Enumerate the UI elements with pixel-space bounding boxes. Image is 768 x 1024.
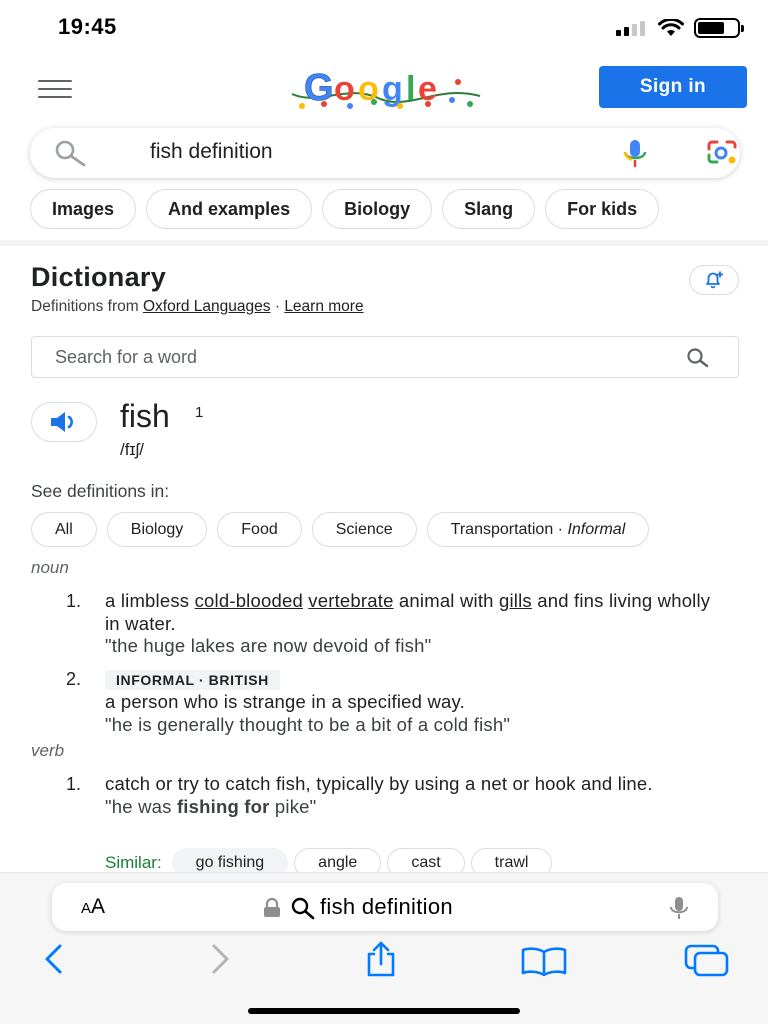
chip-for-kids[interactable]: For kids	[545, 189, 660, 229]
see-definitions-label: See definitions in:	[31, 481, 170, 501]
source-separator: ·	[270, 298, 285, 315]
add-alert-button[interactable]	[689, 265, 739, 295]
share-icon[interactable]	[362, 940, 400, 978]
verb-example-post: pike"	[269, 795, 317, 817]
svg-text:g: g	[382, 70, 403, 108]
verb-sense-1-number: 1.	[66, 774, 82, 794]
search-query[interactable]: fish definition	[150, 140, 273, 164]
status-bar: 19:45	[0, 0, 768, 56]
part-of-speech-noun: noun	[31, 558, 69, 577]
noun-sense-1-text-a: a limbless	[105, 590, 195, 611]
noun-sense-2-text: a person who is strange in a specified w…	[105, 691, 465, 712]
source-prefix: Definitions from	[31, 298, 143, 315]
forward-chevron-icon[interactable]	[206, 942, 234, 976]
noun-sense-2: INFORMAL · BRITISH a person who is stran…	[105, 668, 725, 736]
noun-sense-1-number: 1.	[66, 591, 82, 611]
noun-sense-1-example: "the huge lakes are now devoid of fish"	[105, 635, 432, 656]
link-gills[interactable]: gills	[499, 590, 532, 611]
svg-text:l: l	[406, 70, 415, 108]
voice-search-mic-icon[interactable]	[620, 138, 650, 170]
register-label: INFORMAL · BRITISH	[105, 670, 280, 690]
google-lens-icon[interactable]	[705, 139, 739, 167]
status-time: 19:45	[58, 14, 117, 39]
speaker-icon	[51, 412, 73, 432]
svg-text:G: G	[304, 67, 334, 109]
section-divider	[0, 240, 768, 246]
link-cold-blooded[interactable]: cold-blooded	[195, 590, 303, 611]
noun-sense-1: a limbless cold-blooded vertebrate anima…	[105, 590, 725, 658]
back-chevron-icon[interactable]	[40, 942, 68, 976]
link-vertebrate[interactable]: vertebrate	[308, 590, 393, 611]
aa-small: A	[81, 900, 92, 917]
def-chip-science[interactable]: Science	[311, 512, 417, 547]
home-indicator[interactable]	[248, 1008, 520, 1014]
similar-label: Similar:	[105, 853, 162, 872]
search-filter-chips: Images And examples Biology Slang For kids	[30, 189, 768, 231]
def-chip-all[interactable]: All	[31, 512, 97, 547]
verb-example-pre: "he was	[105, 795, 177, 817]
address-bar[interactable]: AA fish definition	[52, 883, 718, 931]
reader-text-size-button[interactable]: AA	[81, 895, 105, 919]
headword: fish	[120, 398, 170, 434]
sign-in-button[interactable]: Sign in	[599, 66, 747, 108]
chip-images[interactable]: Images	[30, 189, 137, 229]
verb-sense-1-example: "he was fishing for pike"	[105, 796, 725, 819]
chip-biology[interactable]: Biology	[322, 189, 433, 229]
bookmarks-book-icon[interactable]	[520, 946, 568, 976]
word-search-placeholder: Search for a word	[55, 347, 198, 367]
bell-plus-icon	[706, 271, 723, 289]
dictionary-source: Definitions from Oxford Languages · Lear…	[31, 298, 364, 316]
dictation-mic-icon[interactable]	[668, 895, 690, 921]
dictionary-title: Dictionary	[31, 262, 167, 292]
verb-sense-1-text: catch or try to catch fish, typically by…	[105, 773, 653, 794]
def-chip-biology[interactable]: Biology	[106, 512, 208, 547]
hamburger-menu-icon[interactable]	[38, 80, 72, 100]
svg-text:o: o	[334, 70, 355, 108]
def-chip-transportation-label: Transportation	[450, 521, 554, 538]
verb-sense-1: catch or try to catch fish, typically by…	[105, 773, 725, 818]
def-chip-food[interactable]: Food	[217, 512, 302, 547]
status-icons	[616, 18, 744, 38]
headword-homograph-number: 1	[195, 404, 204, 421]
pronunciation-text: /fɪʃ/	[120, 440, 144, 459]
cellular-signal-icon	[616, 21, 645, 36]
learn-more-link[interactable]: Learn more	[284, 298, 363, 315]
def-chip-transportation-register: Informal	[567, 521, 626, 538]
word-search-field[interactable]: Search for a word	[31, 336, 739, 378]
tabs-icon[interactable]	[684, 944, 730, 978]
address-bar-text[interactable]: fish definition	[320, 894, 453, 920]
definition-domain-chips: All Biology Food Science Transportation · In…	[31, 512, 768, 548]
chip-and-examples[interactable]: And examples	[146, 189, 313, 229]
google-doodle-logo[interactable]: G o o g l e	[288, 62, 484, 114]
part-of-speech-verb: verb	[31, 741, 65, 760]
word-search-icon[interactable]	[686, 347, 710, 369]
url-search-icon	[291, 897, 315, 920]
noun-sense-2-number: 2.	[66, 669, 82, 689]
noun-sense-2-example: "he is generally thought to be a bit of …	[105, 713, 511, 735]
noun-sense-1-text-c: animal with	[393, 590, 499, 611]
search-box[interactable]: fish definition	[30, 128, 740, 178]
battery-icon	[694, 18, 744, 38]
pronunciation-play-button[interactable]	[31, 402, 97, 442]
verb-example-bold: fishing for	[176, 795, 270, 817]
header: G o o g l e Sign in	[0, 56, 768, 120]
search-icon	[55, 140, 86, 167]
def-chip-transportation[interactable]: Transportation · Informal	[426, 512, 650, 547]
aa-big: A	[91, 895, 106, 918]
oxford-languages-link[interactable]: Oxford Languages	[143, 298, 271, 315]
lock-icon	[264, 898, 280, 917]
chip-slang[interactable]: Slang	[442, 189, 536, 229]
wifi-icon	[658, 19, 684, 36]
def-chip-transportation-sep: ·	[553, 521, 568, 538]
